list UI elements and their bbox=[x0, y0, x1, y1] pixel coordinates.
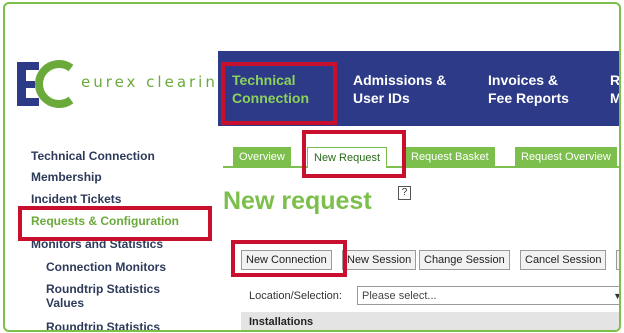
topnav-risk-management[interactable]: Ris Ma bbox=[610, 71, 621, 107]
tab-request-overview[interactable]: Request Overview bbox=[515, 147, 617, 167]
topnav-admissions-user-ids[interactable]: Admissions & User IDs bbox=[353, 71, 446, 107]
eurex-ec-logo-icon bbox=[17, 60, 74, 108]
logo-text: eurex clearing bbox=[81, 73, 231, 91]
eurex-clearing-logo[interactable]: eurex clearing bbox=[15, 54, 227, 114]
tab-overview[interactable]: Overview bbox=[233, 147, 291, 167]
screenshot-frame: eurex clearing Technical Connection Admi… bbox=[3, 2, 621, 332]
page-title: New request bbox=[223, 187, 372, 215]
topnav-label-line1: Admissions & bbox=[353, 72, 447, 88]
topnav-label-line1: Invoices & bbox=[488, 72, 559, 88]
sidebar-item-incident-tickets[interactable]: Incident Tickets bbox=[31, 192, 121, 206]
sub-tab-bar: Overview New Request Request Basket Requ… bbox=[223, 142, 619, 168]
new-session-button[interactable]: New Session bbox=[342, 250, 417, 270]
highlight-box-topnav bbox=[221, 62, 337, 125]
highlight-box-sidebar bbox=[18, 206, 212, 241]
sidebar-item-roundtrip-statistics[interactable]: Roundtrip Statistics bbox=[46, 320, 160, 330]
topnav-label-line2: User IDs bbox=[353, 90, 410, 106]
installations-header: Installations bbox=[241, 312, 619, 330]
location-selection-label: Location/Selection: bbox=[249, 290, 342, 302]
sidebar-item-label-line2: Values bbox=[46, 296, 85, 310]
topnav-label-line2: Ma bbox=[610, 90, 621, 106]
topnav-label-line2: Fee Reports bbox=[488, 90, 569, 106]
sidebar-item-technical-connection[interactable]: Technical Connection bbox=[31, 149, 155, 163]
sidebar-item-label: Roundtrip Statistics bbox=[46, 282, 161, 296]
location-select-value: Please select... bbox=[362, 290, 437, 302]
cancel-session-button[interactable]: Cancel Session bbox=[520, 250, 607, 270]
chevron-down-icon: ▼ bbox=[613, 287, 619, 306]
topnav-label-line1: Ris bbox=[610, 72, 621, 88]
help-icon[interactable]: ? bbox=[398, 186, 411, 200]
tab-request-basket[interactable]: Request Basket bbox=[405, 147, 495, 167]
location-select[interactable]: Please select... ▼ bbox=[357, 286, 619, 306]
sidebar-item-connection-monitors[interactable]: Connection Monitors bbox=[46, 260, 166, 274]
highlight-box-new-connection bbox=[231, 240, 347, 277]
change-session-button[interactable]: Change Session bbox=[419, 250, 510, 270]
sidebar-item-roundtrip-statistics-values[interactable]: Roundtrip Statistics Values bbox=[46, 282, 160, 310]
topnav-invoices-fee-reports[interactable]: Invoices & Fee Reports bbox=[488, 71, 569, 107]
truncated-button[interactable]: R bbox=[616, 250, 619, 270]
highlight-box-new-request-tab bbox=[302, 130, 406, 178]
sidebar-item-membership[interactable]: Membership bbox=[31, 170, 102, 184]
